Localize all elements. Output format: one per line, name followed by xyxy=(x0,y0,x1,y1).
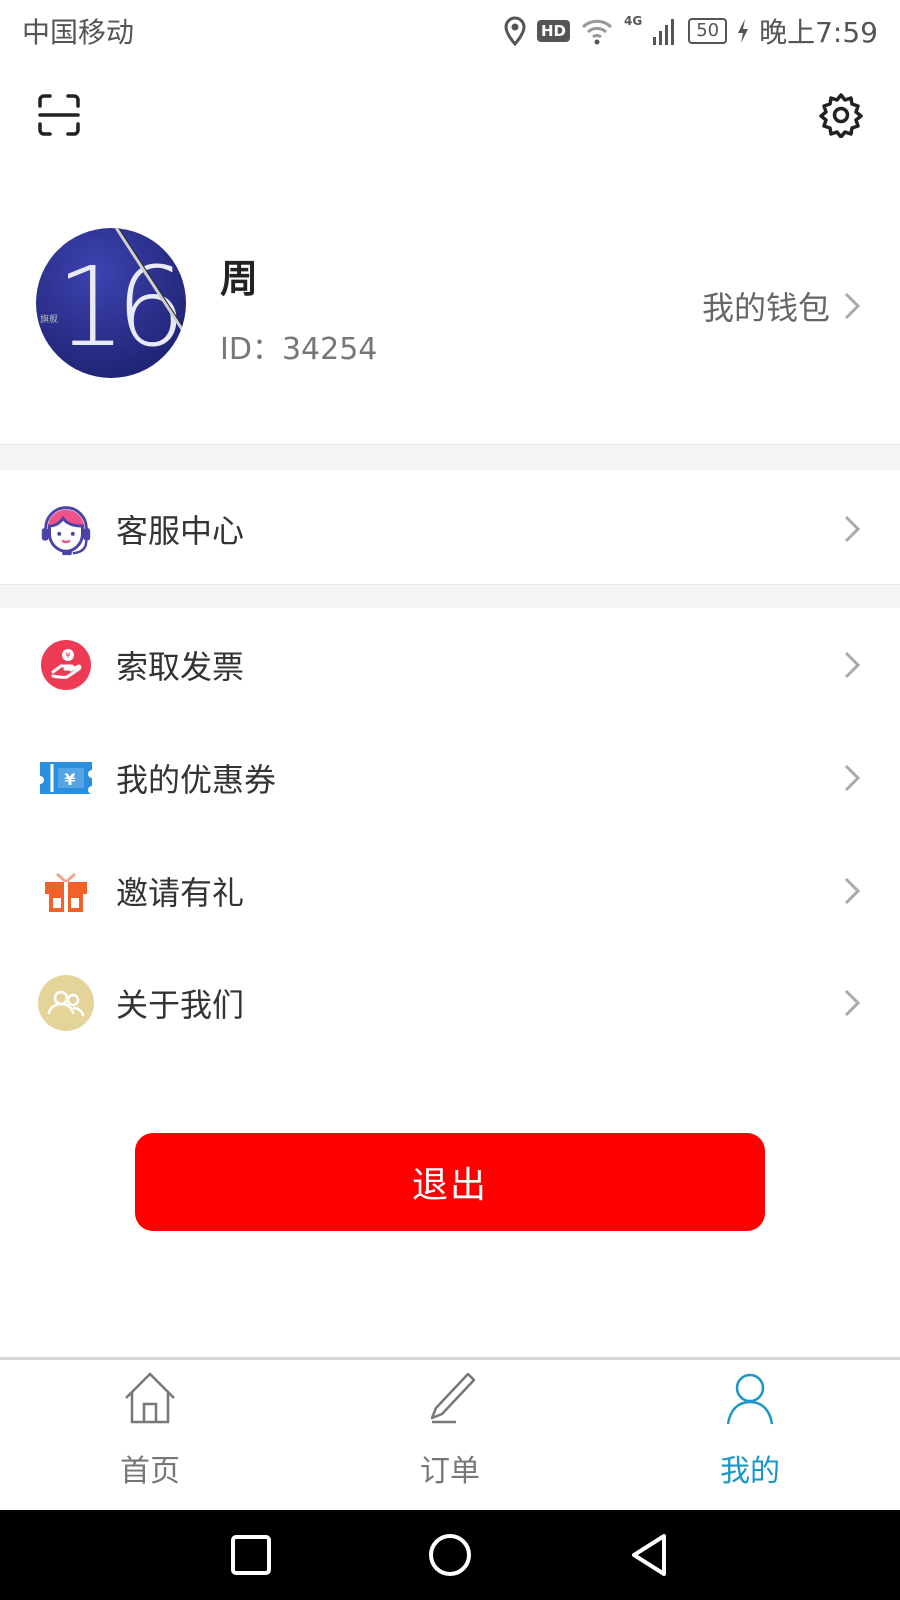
menu-item-coupons[interactable]: ¥ 我的优惠券 xyxy=(0,723,900,833)
clock: 晚上7:59 xyxy=(759,16,878,49)
network-type: 4G xyxy=(624,14,643,28)
scan-button[interactable] xyxy=(36,92,82,138)
avatar-tag: 旗舰 xyxy=(40,315,59,325)
avatar[interactable]: 16 旗舰 xyxy=(36,228,186,378)
menu-label: 邀请有礼 xyxy=(116,874,245,912)
status-icons: HD 4G 50 晚上7:59 xyxy=(503,11,878,51)
menu-item-about-us[interactable]: 关于我们 xyxy=(0,948,900,1058)
gear-icon xyxy=(819,93,863,139)
top-bar xyxy=(0,80,900,150)
chevron-right-icon xyxy=(844,292,861,320)
scan-icon xyxy=(38,94,80,136)
bottom-tab-bar: 首页 订单 我的 xyxy=(0,1357,900,1509)
home-button-icon[interactable] xyxy=(427,1532,473,1578)
menu-label: 客服中心 xyxy=(116,512,245,550)
tab-label: 我的 xyxy=(720,1454,780,1489)
invoice-icon: ¥ xyxy=(36,635,96,695)
wallet-link[interactable]: 我的钱包 xyxy=(702,283,864,329)
menu-item-customer-service[interactable]: 客服中心 xyxy=(0,474,900,584)
status-bar: 中国移动 HD 4G 50 晚上7:59 xyxy=(0,0,900,62)
customer-service-icon xyxy=(36,499,96,559)
tab-label: 首页 xyxy=(120,1454,180,1489)
chevron-right-icon xyxy=(844,515,861,543)
chevron-right-icon xyxy=(844,877,861,905)
username: 周 xyxy=(220,257,259,301)
wifi-icon xyxy=(581,19,613,45)
user-icon xyxy=(726,1373,774,1425)
settings-button[interactable] xyxy=(818,92,864,139)
logout-button[interactable]: 退出 xyxy=(135,1133,765,1231)
avatar-number: 16 xyxy=(56,243,186,371)
chevron-right-icon xyxy=(844,764,861,792)
wallet-label: 我的钱包 xyxy=(701,289,830,327)
tab-orders[interactable]: 订单 xyxy=(300,1360,600,1509)
tab-home[interactable]: 首页 xyxy=(0,1360,300,1509)
location-icon xyxy=(504,16,526,46)
hd-badge: HD xyxy=(536,20,570,42)
section-divider xyxy=(0,444,900,470)
home-icon xyxy=(125,1372,175,1424)
gift-icon xyxy=(36,861,96,921)
user-id: ID：34254 xyxy=(220,332,378,367)
chevron-right-icon xyxy=(844,989,861,1017)
chevron-right-icon xyxy=(844,651,861,679)
svg-text:¥: ¥ xyxy=(65,651,70,660)
menu-label: 我的优惠券 xyxy=(116,761,277,799)
back-icon[interactable] xyxy=(626,1532,672,1578)
carrier-name: 中国移动 xyxy=(22,16,135,49)
recent-apps-icon[interactable] xyxy=(228,1532,274,1578)
menu-label: 关于我们 xyxy=(116,986,245,1024)
pencil-icon xyxy=(430,1372,476,1424)
battery-level: 50 xyxy=(688,18,728,44)
charging-icon xyxy=(738,19,749,43)
section-divider xyxy=(0,584,900,608)
menu-item-invite[interactable]: 邀请有礼 xyxy=(0,836,900,946)
tab-mine[interactable]: 我的 xyxy=(600,1360,900,1509)
signal-icon xyxy=(653,19,675,45)
menu-item-invoice[interactable]: ¥ 索取发票 xyxy=(0,610,900,720)
about-us-icon xyxy=(36,973,96,1033)
tab-label: 订单 xyxy=(420,1454,480,1489)
coupon-icon: ¥ xyxy=(36,748,96,808)
menu-label: 索取发票 xyxy=(116,648,245,686)
profile-section: 16 旗舰 周 ID：34254 我的钱包 xyxy=(0,228,900,378)
system-navigation-bar xyxy=(0,1510,900,1600)
svg-text:¥: ¥ xyxy=(64,770,75,789)
